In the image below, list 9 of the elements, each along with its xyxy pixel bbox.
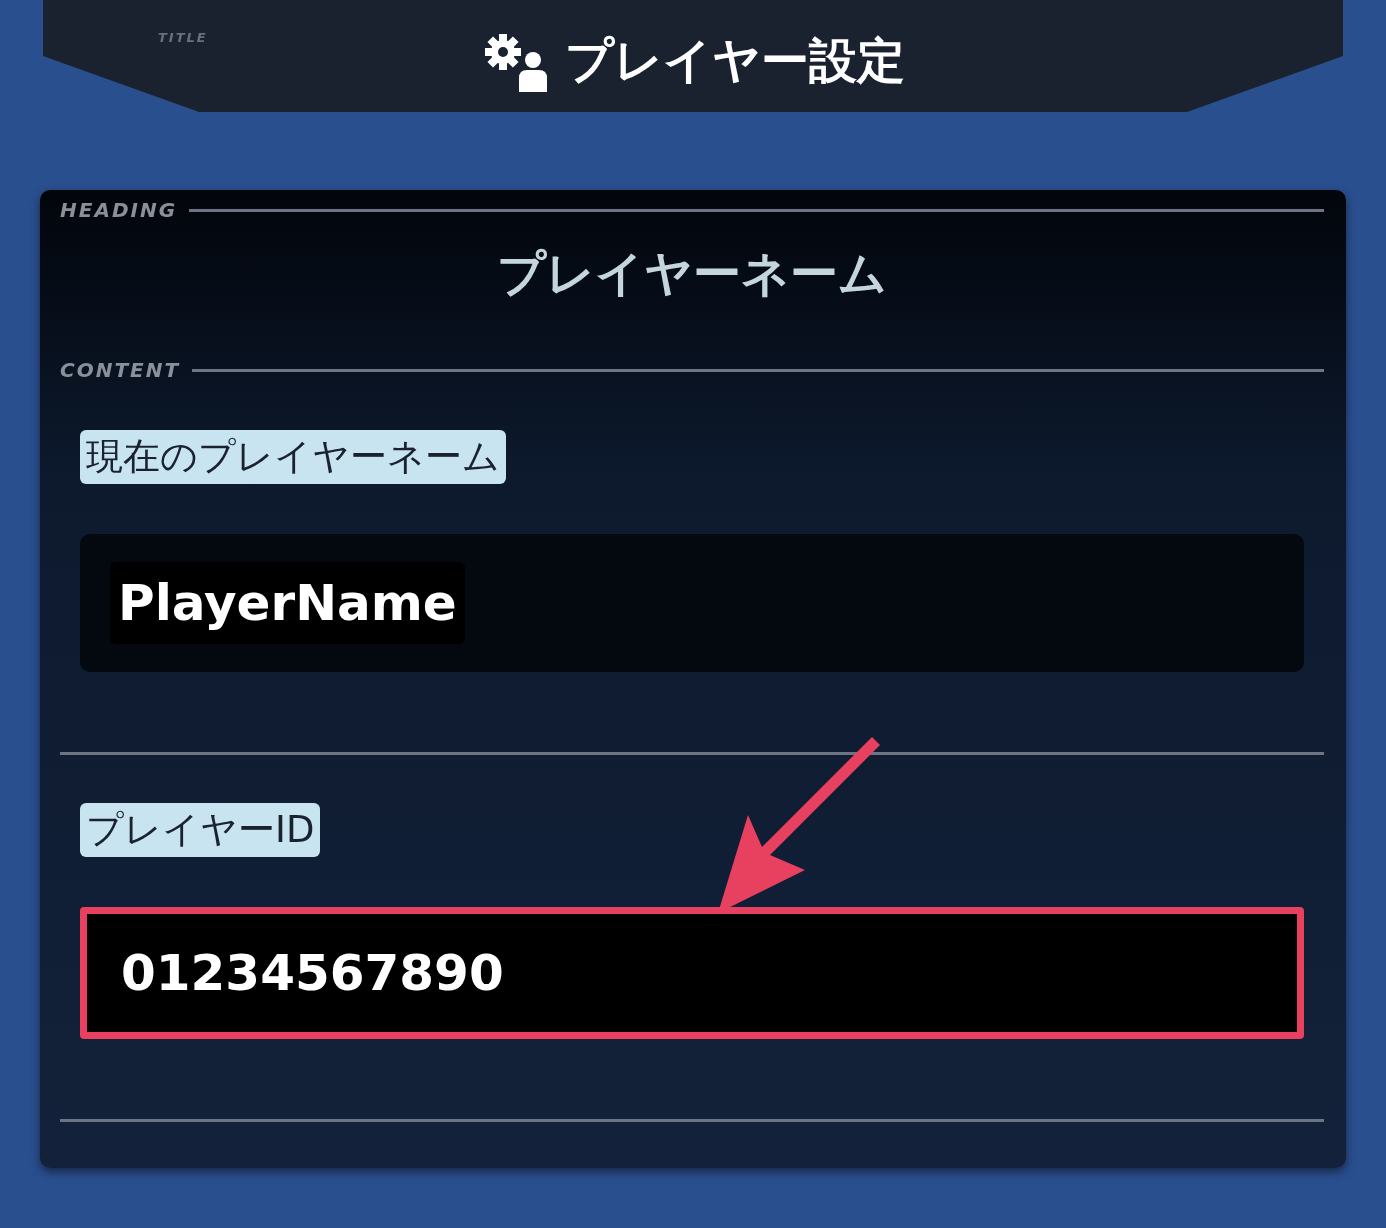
text-field[interactable]: PlayerName: [80, 534, 1304, 672]
section-heading: プレイヤーネーム: [496, 244, 888, 303]
window-title: プレイヤー設定: [565, 31, 905, 90]
field-label: 現在のプレイヤーネーム: [80, 430, 506, 484]
field-label: プレイヤーID: [80, 803, 321, 857]
content-tag: CONTENT: [60, 358, 181, 382]
heading-tag: HEADING: [60, 198, 178, 222]
title-tag: TITLE: [158, 30, 208, 45]
text-field[interactable]: 01234567890: [80, 907, 1304, 1039]
